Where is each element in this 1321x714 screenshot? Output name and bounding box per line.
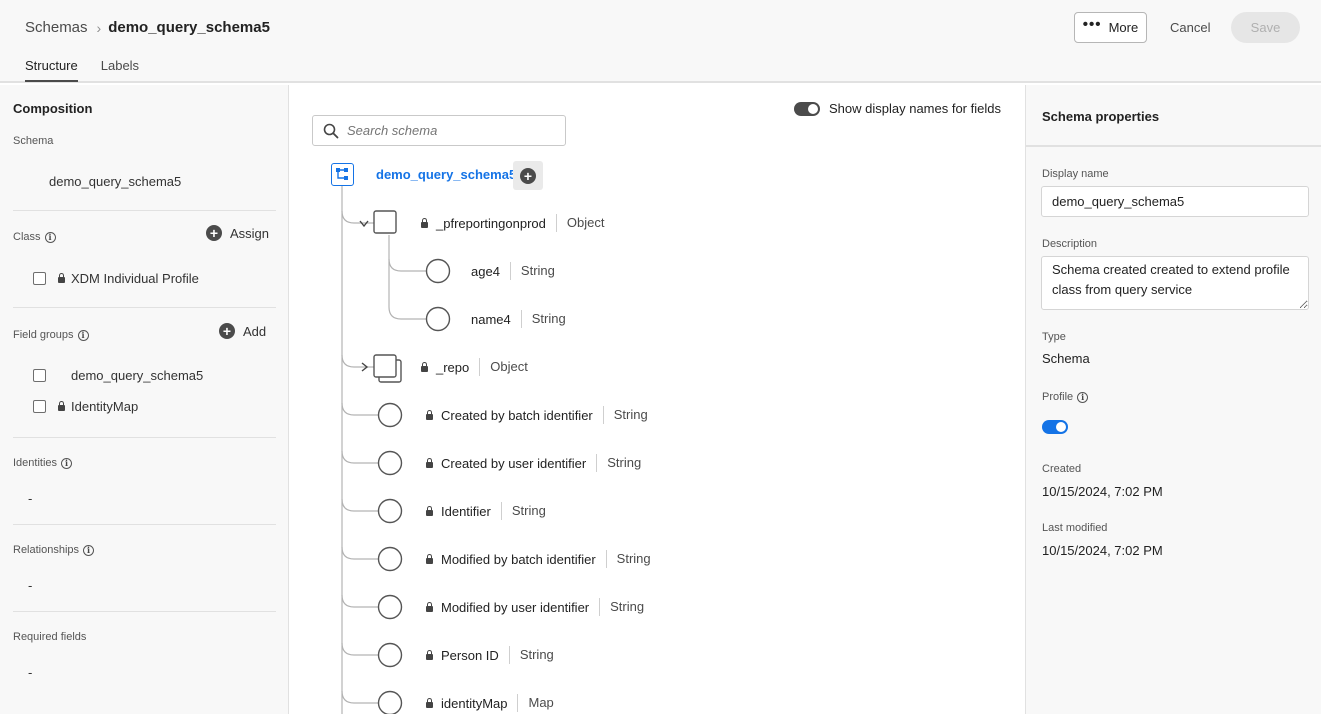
field-node-icon[interactable] xyxy=(377,498,403,524)
info-icon[interactable]: i xyxy=(44,231,56,243)
tree-node-age4[interactable]: age4 String xyxy=(471,262,555,280)
info-icon[interactable]: i xyxy=(61,457,73,469)
class-item[interactable]: XDM Individual Profile xyxy=(58,271,199,286)
tree-node-identitymap[interactable]: identityMap Map xyxy=(426,694,554,712)
schema-name[interactable]: demo_query_schema5 xyxy=(49,174,181,189)
lock-icon xyxy=(426,553,433,564)
breadcrumb-schemas-link[interactable]: Schemas xyxy=(25,19,88,36)
class-checkbox[interactable] xyxy=(33,272,46,285)
lock-icon xyxy=(426,457,433,468)
more-button-label: More xyxy=(1108,20,1139,35)
last-modified-value: 10/15/2024, 7:02 PM xyxy=(1042,543,1163,558)
object-node-icon[interactable] xyxy=(373,210,397,234)
tree-node-created-by-user[interactable]: Created by user identifier String xyxy=(426,454,641,472)
field-group-checkbox[interactable] xyxy=(33,400,46,413)
field-node-icon[interactable] xyxy=(377,450,403,476)
lock-icon xyxy=(58,401,65,411)
lock-icon xyxy=(426,601,433,612)
tree-node-person-id[interactable]: Person ID String xyxy=(426,646,554,664)
info-icon[interactable]: i xyxy=(77,329,89,341)
display-name-label: Display name xyxy=(1042,168,1109,180)
tab-structure[interactable]: Structure xyxy=(25,58,78,82)
field-group-checkbox[interactable] xyxy=(33,369,46,382)
tab-bar: Structure Labels xyxy=(25,58,139,82)
tree-node-created-by-batch[interactable]: Created by batch identifier String xyxy=(426,406,648,424)
last-modified-label: Last modified xyxy=(1042,522,1108,534)
description-field[interactable]: Schema created created to extend profile… xyxy=(1041,256,1309,310)
schema-label: Schema xyxy=(13,135,54,147)
breadcrumb-current: demo_query_schema5 xyxy=(108,19,270,36)
description-label: Description xyxy=(1042,238,1098,250)
tree-node-identifier[interactable]: Identifier String xyxy=(426,502,546,520)
lock-icon xyxy=(426,649,433,660)
schema-root-name[interactable]: demo_query_schema5 xyxy=(376,167,516,182)
relationships-value: - xyxy=(28,578,33,593)
tree-node-name4[interactable]: name4 String xyxy=(471,310,566,328)
divider xyxy=(13,524,276,525)
schema-tree-canvas: Show display names for fields Search sch… xyxy=(290,85,1024,714)
composition-title: Composition xyxy=(13,101,93,116)
info-icon[interactable]: i xyxy=(83,544,95,556)
schema-root-icon[interactable] xyxy=(331,163,354,186)
field-node-icon[interactable] xyxy=(377,690,403,714)
save-button[interactable]: Save xyxy=(1231,12,1300,43)
tree-node-repo[interactable]: _repo Object xyxy=(421,358,528,376)
breadcrumb: Schemas › demo_query_schema5 xyxy=(25,19,270,36)
created-label: Created xyxy=(1042,463,1082,475)
divider xyxy=(13,611,276,612)
field-node-icon[interactable] xyxy=(377,594,403,620)
lock-icon xyxy=(58,273,65,283)
schema-properties-panel: Schema properties Display name Descripti… xyxy=(1025,85,1321,714)
properties-title: Schema properties xyxy=(1042,109,1160,124)
add-circle-icon: + xyxy=(206,225,222,241)
breadcrumb-separator: › xyxy=(96,19,102,36)
identities-value: - xyxy=(28,491,33,506)
type-label: Type xyxy=(1042,331,1066,343)
class-label: Class i xyxy=(13,231,56,243)
tree-node-pfreportingonprod[interactable]: _pfreportingonprod Object xyxy=(421,214,604,232)
lock-icon xyxy=(421,217,428,228)
lock-icon xyxy=(426,409,433,420)
cancel-button[interactable]: Cancel xyxy=(1165,12,1215,43)
tree-node-modified-by-user[interactable]: Modified by user identifier String xyxy=(426,598,644,616)
composition-panel: Composition Schema demo_query_schema5 Cl… xyxy=(0,85,289,714)
tree-node-modified-by-batch[interactable]: Modified by batch identifier String xyxy=(426,550,651,568)
add-field-group-button[interactable]: + Add xyxy=(219,323,266,339)
created-value: 10/15/2024, 7:02 PM xyxy=(1042,484,1163,499)
field-group-item[interactable]: IdentityMap xyxy=(58,399,138,414)
divider xyxy=(13,210,276,211)
field-node-icon[interactable] xyxy=(377,642,403,668)
lock-icon xyxy=(421,361,428,372)
lock-icon xyxy=(426,505,433,516)
type-value: Schema xyxy=(1042,351,1090,366)
field-node-icon[interactable] xyxy=(377,546,403,572)
lock-icon xyxy=(426,697,433,708)
field-groups-label: Field groups i xyxy=(13,329,89,341)
identities-label: Identities i xyxy=(13,457,73,469)
field-node-icon[interactable] xyxy=(377,402,403,428)
divider xyxy=(1026,145,1321,147)
required-fields-value: - xyxy=(28,665,33,680)
hierarchy-icon xyxy=(336,168,348,180)
relationships-label: Relationships i xyxy=(13,544,95,556)
object-node-icon[interactable] xyxy=(373,354,397,378)
divider xyxy=(13,437,276,438)
field-node-icon[interactable] xyxy=(425,258,451,284)
ellipsis-icon: ••• xyxy=(1082,16,1102,33)
tab-labels[interactable]: Labels xyxy=(101,58,139,82)
add-circle-icon: + xyxy=(520,167,536,184)
assign-class-button[interactable]: + Assign xyxy=(206,225,269,241)
info-icon[interactable]: i xyxy=(1077,391,1089,403)
more-button[interactable]: ••• More xyxy=(1074,12,1147,43)
profile-label: Profile i xyxy=(1042,391,1089,403)
display-name-field[interactable] xyxy=(1041,186,1309,217)
add-field-button[interactable]: + xyxy=(513,161,543,190)
add-circle-icon: + xyxy=(219,323,235,339)
profile-toggle[interactable] xyxy=(1042,420,1068,434)
field-node-icon[interactable] xyxy=(425,306,451,332)
divider xyxy=(13,307,276,308)
field-group-item[interactable]: demo_query_schema5 xyxy=(71,368,203,383)
header-bar: Schemas › demo_query_schema5 Structure L… xyxy=(0,0,1321,83)
required-fields-label: Required fields xyxy=(13,631,87,643)
